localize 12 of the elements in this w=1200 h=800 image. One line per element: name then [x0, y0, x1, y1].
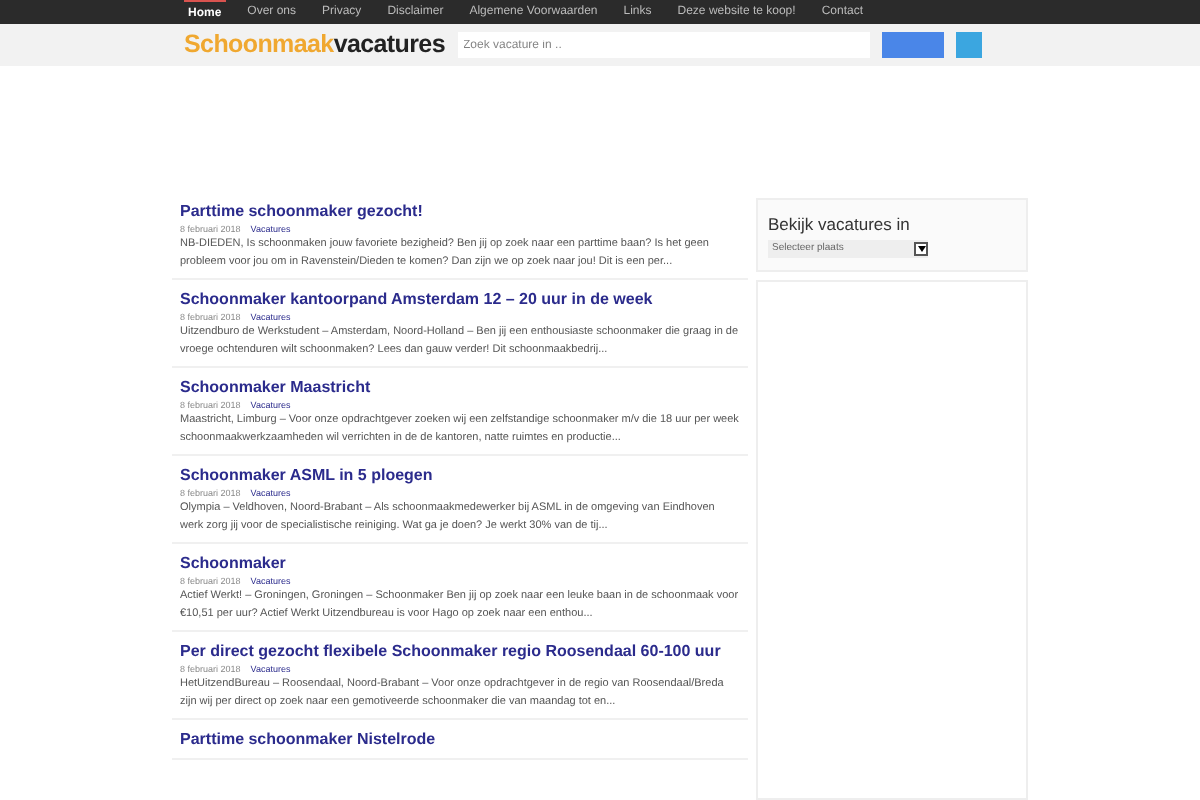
post-title[interactable]: Parttime schoonmaker Nistelrode [180, 728, 436, 751]
submit-button[interactable] [955, 32, 981, 59]
post-title[interactable]: Per direct gezocht flexibele Schoonmaker regio Roosendaal 60-100 uur [180, 640, 721, 663]
post-title[interactable]: Schoonmaker Maastricht [180, 376, 371, 399]
search-button[interactable] [881, 32, 943, 59]
post-title[interactable]: Schoonmaker kantoorpand Amsterdam 12 – 20 uur in de week [180, 288, 653, 311]
post-title[interactable]: Schoonmaker [180, 552, 286, 575]
dropdown-arrow-icon [914, 242, 928, 256]
widget-title: Bekijk vacatures in [768, 212, 912, 238]
post-title[interactable]: Schoonmaker ASML in 5 ploegen [180, 464, 433, 487]
post-title[interactable]: Parttime schoonmaker gezocht! [180, 200, 423, 223]
site-logo[interactable]: Schoonmaakvacatures [184, 26, 445, 64]
